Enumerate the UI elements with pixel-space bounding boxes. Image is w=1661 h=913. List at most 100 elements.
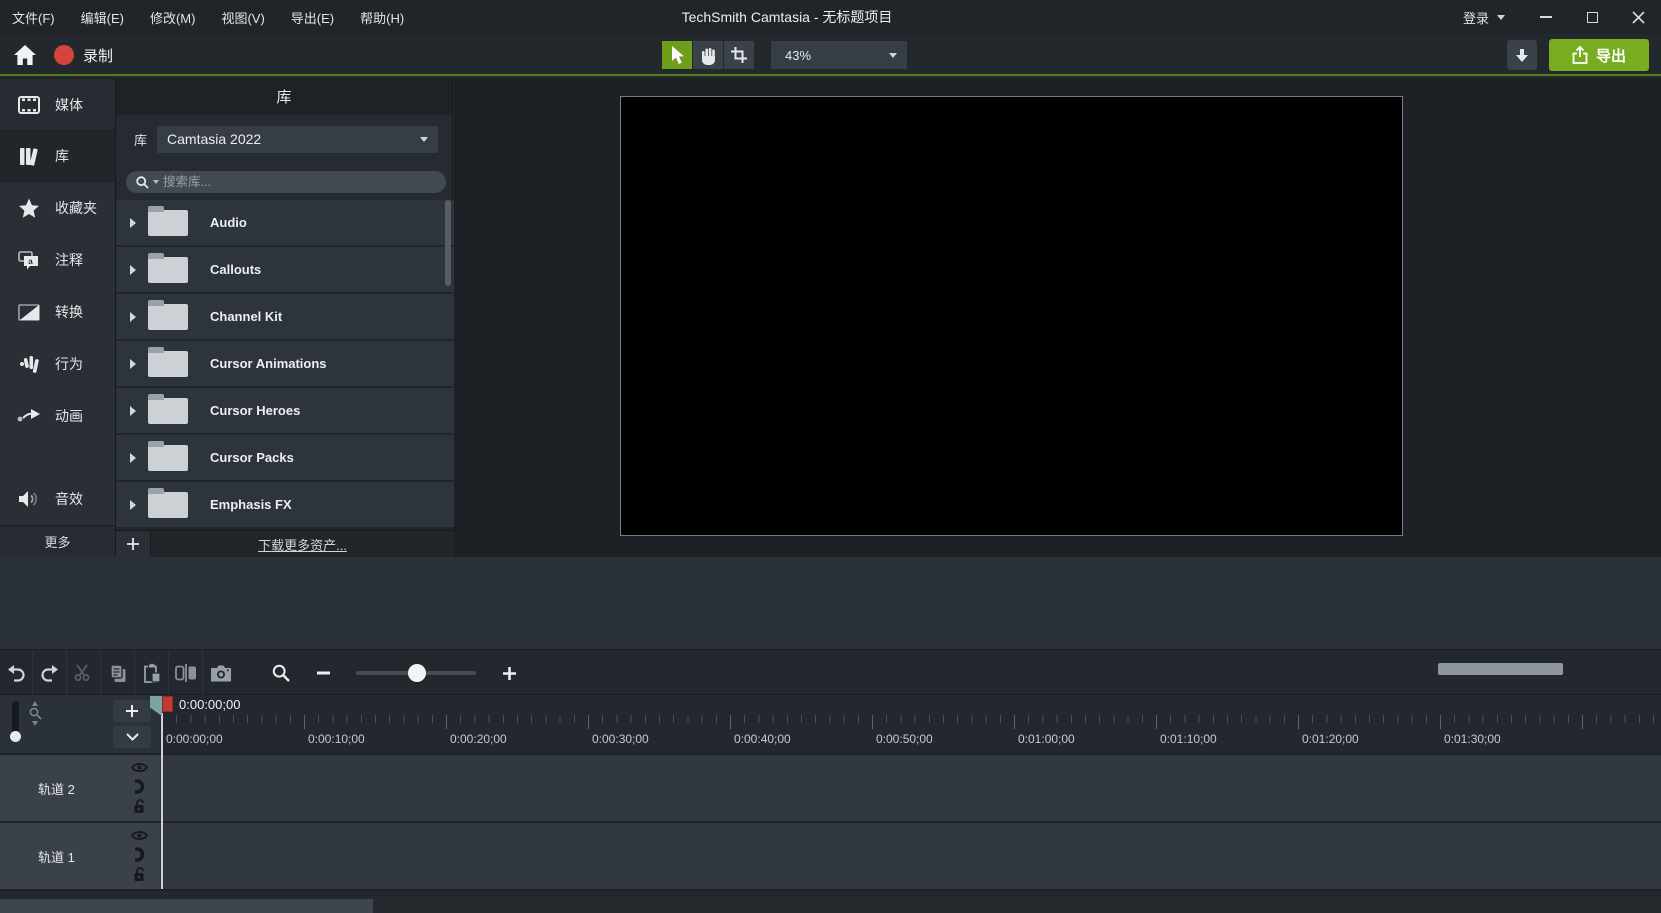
folder-row-audio[interactable]: Audio	[116, 200, 454, 245]
timeline-zoom-slider[interactable]	[356, 671, 476, 675]
library-panel: 库 库 Camtasia 2022 Audio Callouts Channel…	[115, 78, 453, 557]
sidebar-item-behaviors[interactable]: 行为	[0, 338, 115, 390]
library-search-input[interactable]	[163, 175, 436, 189]
minimize-button[interactable]	[1523, 0, 1569, 34]
zoom-out-button[interactable]	[308, 671, 338, 675]
expand-caret-icon[interactable]	[130, 218, 136, 228]
split-button[interactable]	[170, 651, 203, 695]
library-scrollbar[interactable]	[445, 200, 451, 286]
menu-edit[interactable]: 编辑(E)	[81, 8, 124, 27]
timeline-horizontal-scrollbar[interactable]	[1438, 663, 1563, 675]
home-icon	[13, 44, 37, 66]
ruler-label: 0:00:40;00	[734, 732, 791, 746]
home-button[interactable]	[10, 40, 40, 70]
sidebar-item-annotations[interactable]: a 注释	[0, 234, 115, 286]
magnet-icon[interactable]	[133, 779, 146, 794]
sidebar-item-label: 转换	[55, 302, 83, 322]
track-lane-1[interactable]	[160, 823, 1661, 889]
crop-tool-button[interactable]	[724, 41, 754, 69]
track-lane-2[interactable]	[160, 755, 1661, 821]
sidebar-item-audio-effects[interactable]: 音效	[0, 473, 115, 525]
timeline-zoom-knob[interactable]	[408, 664, 426, 682]
playhead-out-marker[interactable]	[162, 696, 173, 712]
timeline-zoom-button[interactable]	[262, 664, 300, 682]
track-height-slider-knob[interactable]	[10, 731, 21, 742]
timeline-ruler-labels: 0:00:00;00 0:00:10;00 0:00:20;00 0:00:30…	[160, 732, 1661, 748]
add-to-library-button[interactable]	[116, 531, 151, 558]
menu-modify[interactable]: 修改(M)	[150, 8, 196, 27]
expand-caret-icon[interactable]	[130, 265, 136, 275]
copy-button[interactable]	[102, 651, 135, 695]
expand-caret-icon[interactable]	[130, 406, 136, 416]
snapshot-button[interactable]	[204, 651, 237, 695]
camera-icon	[210, 665, 232, 682]
title-bar: 文件(F) 编辑(E) 修改(M) 视图(V) 导出(E) 帮助(H) Tech…	[0, 0, 1661, 34]
folder-row-cursor-animations[interactable]: Cursor Animations	[116, 341, 454, 386]
preview-stage[interactable]	[620, 96, 1403, 536]
record-button[interactable]: 录制	[54, 45, 113, 66]
canvas-area	[454, 78, 1661, 557]
redo-icon	[40, 664, 60, 682]
sign-in-button[interactable]: 登录	[1445, 8, 1523, 27]
folder-row-cursor-packs[interactable]: Cursor Packs	[116, 435, 454, 480]
library-selected-value: Camtasia 2022	[167, 131, 261, 147]
pan-tool-button[interactable]	[693, 41, 723, 69]
plus-icon	[126, 705, 138, 717]
folder-icon	[148, 445, 188, 471]
maximize-button[interactable]	[1569, 0, 1615, 34]
export-button[interactable]: 导出	[1549, 39, 1649, 71]
menu-file[interactable]: 文件(F)	[12, 8, 55, 27]
chevron-down-icon	[420, 137, 428, 142]
collapse-tracks-button[interactable]	[113, 726, 151, 748]
paste-button[interactable]	[136, 651, 169, 695]
search-icon	[136, 176, 149, 189]
expand-caret-icon[interactable]	[130, 453, 136, 463]
close-button[interactable]	[1615, 0, 1661, 34]
folder-row-callouts[interactable]: Callouts	[116, 247, 454, 292]
chevron-down-icon	[1497, 15, 1505, 20]
sidebar-item-library[interactable]: 库	[0, 130, 115, 182]
sidebar-item-media[interactable]: 媒体	[0, 78, 115, 130]
expand-caret-icon[interactable]	[130, 359, 136, 369]
redo-button[interactable]	[34, 651, 67, 695]
menu-view[interactable]: 视图(V)	[221, 8, 264, 27]
undo-button[interactable]	[0, 651, 33, 695]
transition-icon	[16, 304, 42, 321]
download-button[interactable]	[1507, 40, 1537, 70]
sidebar-item-transitions[interactable]: 转换	[0, 286, 115, 338]
library-search-box[interactable]	[126, 171, 446, 193]
zoom-in-button[interactable]	[494, 667, 524, 680]
lock-icon[interactable]	[133, 799, 146, 814]
playhead-line[interactable]	[161, 713, 163, 889]
canvas-zoom-dropdown[interactable]: 43%	[771, 41, 907, 69]
menu-export[interactable]: 导出(E)	[291, 8, 334, 27]
library-selector-dropdown[interactable]: Camtasia 2022	[157, 126, 438, 153]
timeline-ruler[interactable]	[162, 715, 1661, 729]
folder-row-cursor-heroes[interactable]: Cursor Heroes	[116, 388, 454, 433]
timeline-bottom-scrollbar-thumb[interactable]	[0, 899, 373, 913]
eye-icon[interactable]	[131, 762, 148, 773]
sidebar-item-animations[interactable]: 动画	[0, 390, 115, 442]
menu-help[interactable]: 帮助(H)	[360, 8, 404, 27]
animation-arrow-icon	[16, 408, 42, 424]
sidebar-item-label: 行为	[55, 354, 83, 374]
sidebar-more-button[interactable]: 更多	[0, 525, 115, 557]
add-track-button[interactable]	[113, 700, 151, 722]
select-tool-button[interactable]	[662, 41, 692, 69]
folder-name: Audio	[210, 215, 247, 230]
eye-icon[interactable]	[131, 830, 148, 841]
chevron-down-icon	[889, 53, 897, 58]
expand-caret-icon[interactable]	[130, 312, 136, 322]
expand-caret-icon[interactable]	[130, 500, 136, 510]
track-header-1[interactable]: 轨道 1	[0, 823, 160, 889]
magnet-icon[interactable]	[133, 847, 146, 862]
folder-row-emphasis-fx[interactable]: Emphasis FX	[116, 482, 454, 527]
sidebar-item-favorites[interactable]: 收藏夹	[0, 182, 115, 234]
lock-icon[interactable]	[133, 867, 146, 882]
download-more-assets-link[interactable]: 下载更多资产...	[151, 535, 454, 554]
ruler-label: 0:00:00;00	[166, 732, 223, 746]
cut-button[interactable]	[68, 651, 101, 695]
track-height-zoom-control[interactable]	[28, 701, 42, 743]
track-header-2[interactable]: 轨道 2	[0, 755, 160, 821]
folder-row-channel-kit[interactable]: Channel Kit	[116, 294, 454, 339]
